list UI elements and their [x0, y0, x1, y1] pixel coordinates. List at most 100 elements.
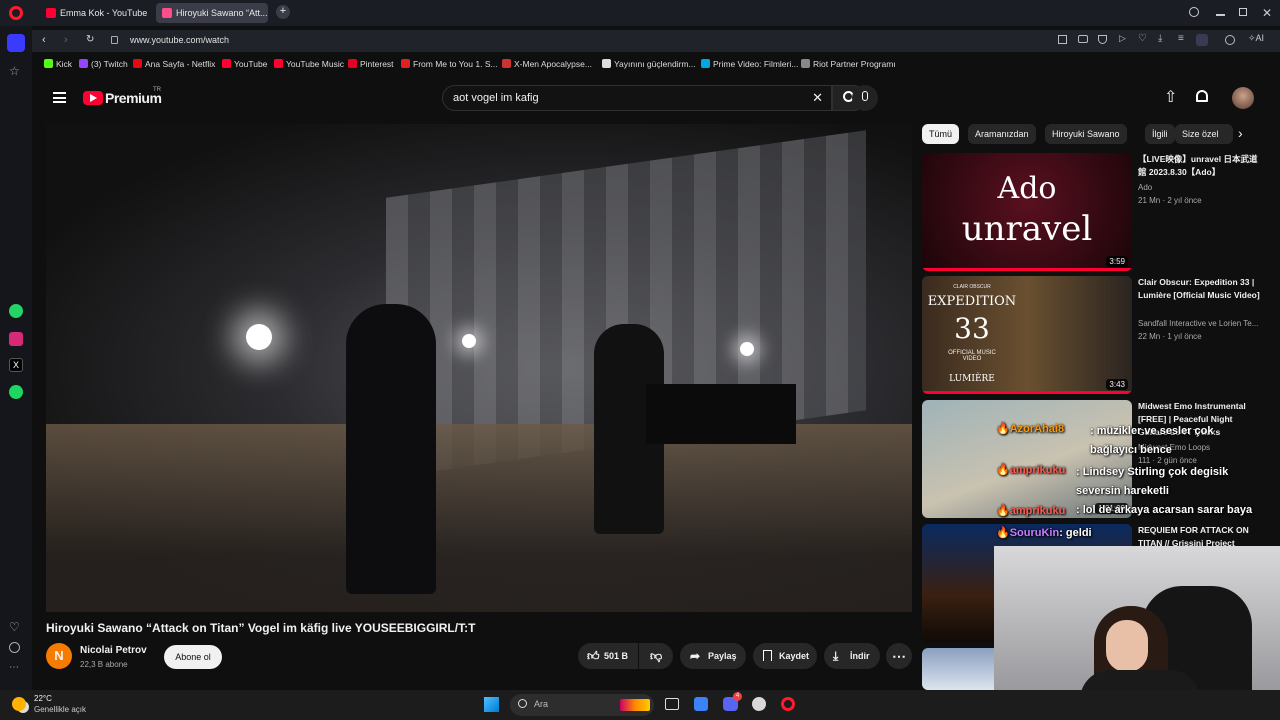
- like-button[interactable]: 👍︎ 501 B: [578, 643, 638, 669]
- chip-from-search[interactable]: Aramanızdan: [968, 124, 1036, 144]
- chat-message-text: : Lindsey Stirling çok degisik seversin …: [1076, 466, 1229, 497]
- weather-temperature[interactable]: 22°C: [34, 694, 52, 703]
- bookmark-item[interactable]: From Me to You 1. S...: [401, 59, 498, 69]
- edit-icon[interactable]: [1058, 35, 1067, 44]
- menu-icon[interactable]: ≡: [1178, 33, 1184, 44]
- bookmark-favicon-icon: [133, 59, 142, 68]
- instagram-icon[interactable]: [9, 332, 23, 346]
- weather-description[interactable]: Genellikle açık: [34, 705, 86, 714]
- subscribe-button[interactable]: Abone ol: [164, 645, 222, 669]
- related-channel[interactable]: Sandfall Interactive ve Lorien Te...: [1138, 319, 1264, 328]
- related-title[interactable]: 【LIVE映像】unravel 日本武道館 2023.8.30【Ado】: [1138, 153, 1264, 179]
- clear-search-icon[interactable]: ✕: [812, 86, 823, 110]
- chip-all[interactable]: Tümü: [922, 124, 960, 144]
- related-title[interactable]: REQUIEM FOR ATTACK ON TITAN // Grissini …: [1138, 524, 1264, 548]
- extension-icon[interactable]: [1225, 35, 1235, 45]
- bookmark-item[interactable]: Pinterest: [348, 59, 394, 69]
- aria-button[interactable]: ✧AI: [1248, 33, 1264, 44]
- related-thumbnail[interactable]: Ado unravel 3:59: [922, 153, 1132, 271]
- more-icon[interactable]: ⋯: [9, 662, 23, 676]
- bookmark-item[interactable]: Prime Video: Filmleri...: [701, 59, 798, 69]
- guitarist-silhouette: [346, 304, 436, 594]
- save-button[interactable]: Kaydet: [753, 643, 817, 669]
- spotify-icon[interactable]: [9, 385, 23, 399]
- like-count: 501 B: [604, 651, 629, 661]
- x-icon[interactable]: X: [9, 358, 23, 372]
- bookmark-item[interactable]: Kick: [44, 59, 72, 69]
- profile-icon[interactable]: [1196, 34, 1208, 46]
- taskbar-search[interactable]: Ara: [510, 694, 654, 716]
- taskbar-search-placeholder: Ara: [534, 699, 549, 709]
- chevron-right-icon[interactable]: ›: [1238, 125, 1243, 141]
- bookmark-item[interactable]: YouTube: [222, 59, 267, 69]
- reload-icon[interactable]: ↻: [86, 34, 94, 45]
- chip-related[interactable]: İlgili: [1145, 124, 1175, 144]
- avatar[interactable]: [1232, 87, 1254, 109]
- tab-emma-kok[interactable]: Emma Kok - YouTube: [40, 3, 150, 23]
- play-icon[interactable]: ▷: [1119, 33, 1126, 44]
- channel-name[interactable]: Nicolai Petrov: [80, 645, 147, 656]
- thumb-title-text: Ado: [997, 171, 1057, 206]
- chip-for-you[interactable]: Size özel: [1175, 124, 1233, 144]
- related-channel[interactable]: Ado: [1138, 183, 1152, 192]
- forward-button[interactable]: ›: [64, 34, 68, 46]
- history-icon[interactable]: [9, 642, 20, 653]
- related-thumbnail[interactable]: CLAIR OBSCUR EXPEDITION 33 OFFICIAL MUSI…: [922, 276, 1132, 394]
- home-icon[interactable]: [7, 34, 25, 52]
- channel-avatar[interactable]: N: [46, 643, 72, 669]
- bookmark-item[interactable]: X-Men Apocalypse...: [502, 59, 592, 69]
- search-tabs-icon[interactable]: [1189, 7, 1199, 17]
- app-icon[interactable]: [694, 697, 708, 711]
- thumb-title-text: LUMIÈRE: [949, 374, 995, 384]
- notifications-bell-icon[interactable]: [1196, 90, 1208, 102]
- bookmark-item[interactable]: Ana Sayfa - Netflix: [133, 59, 215, 69]
- thumbs-up-icon: 👍︎: [587, 649, 600, 663]
- url-text[interactable]: www.youtube.com/watch: [130, 35, 229, 45]
- favorite-icon[interactable]: ♡: [1138, 33, 1147, 44]
- download-button[interactable]: ⤓ İndir: [824, 643, 880, 669]
- minimize-button[interactable]: [1216, 14, 1225, 16]
- opera-logo-icon[interactable]: [9, 6, 23, 20]
- close-window-button[interactable]: ✕: [1262, 6, 1272, 20]
- thumb-title-text: EXPEDITION: [927, 294, 1017, 309]
- bookmark-favicon-icon: [79, 59, 88, 68]
- dislike-button[interactable]: 👎︎: [639, 643, 673, 669]
- steam-icon[interactable]: [752, 697, 766, 711]
- maximize-button[interactable]: [1239, 8, 1247, 16]
- hamburger-menu-icon[interactable]: [53, 92, 66, 103]
- related-title[interactable]: Clair Obscur: Expedition 33 | Lumière [O…: [1138, 276, 1264, 302]
- bookmark-favicon-icon: [602, 59, 611, 68]
- task-view-icon[interactable]: [665, 698, 679, 710]
- more-actions-button[interactable]: ⋯: [886, 643, 912, 669]
- save-label: Kaydet: [779, 651, 810, 661]
- speaker-icon: [162, 8, 172, 18]
- upload-icon[interactable]: ⇧: [1164, 87, 1177, 107]
- shield-icon[interactable]: [1098, 35, 1107, 44]
- bookmark-item[interactable]: Riot Partner Programı: [801, 59, 896, 69]
- tab-hiroyuki-sawano[interactable]: Hiroyuki Sawano “Att...: [156, 3, 268, 23]
- star-icon[interactable]: ☆: [9, 64, 23, 78]
- chat-username: amprikuku: [1009, 505, 1066, 517]
- bookmark-item[interactable]: (3) Twitch: [79, 59, 128, 69]
- video-player[interactable]: [46, 124, 912, 612]
- back-button[interactable]: ‹: [42, 34, 46, 46]
- bookmark-favicon-icon: [274, 59, 283, 68]
- new-tab-button[interactable]: +: [276, 5, 290, 19]
- chip-hiroyuki-sawano[interactable]: Hiroyuki Sawano: [1045, 124, 1127, 144]
- download-icon[interactable]: ⤓: [1158, 33, 1162, 44]
- share-button[interactable]: ➦ Paylaş: [680, 643, 746, 669]
- address-bar: ‹ › ↻ www.youtube.com/watch ▷ ♡ ⤓ ≡ ✧AI: [32, 30, 1280, 52]
- opera-taskbar-icon[interactable]: [781, 697, 795, 711]
- webcam-overlay: [994, 546, 1280, 690]
- search-input[interactable]: aot vogel im kafig ✕: [442, 85, 832, 111]
- voice-search-button[interactable]: [852, 85, 878, 111]
- windows-start-icon[interactable]: [484, 697, 499, 712]
- bookmark-item[interactable]: Yayınını güçlendirm...: [602, 59, 696, 69]
- bookmarks-bar: Kick (3) Twitch Ana Sayfa - Netflix YouTube…: [32, 56, 1280, 74]
- whatsapp-icon[interactable]: [9, 304, 23, 318]
- bookmark-item[interactable]: YouTube Music: [274, 59, 344, 69]
- weather-icon[interactable]: [12, 697, 26, 711]
- logo-country: TR: [153, 87, 161, 93]
- heart-icon[interactable]: ♡: [9, 620, 23, 634]
- camera-icon[interactable]: [1078, 35, 1088, 43]
